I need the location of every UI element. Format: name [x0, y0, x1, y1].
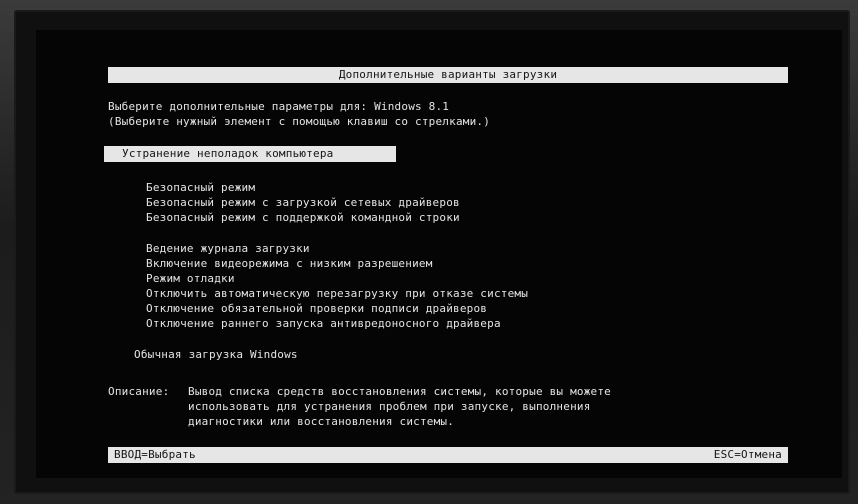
menu-item-safe-mode-networking[interactable]: Безопасный режим с загрузкой сетевых дра… — [146, 196, 460, 210]
menu-item-normal-boot[interactable]: Обычная загрузка Windows — [134, 348, 298, 362]
menu-item-boot-logging[interactable]: Ведение журнала загрузки — [146, 242, 310, 256]
title-bar: Дополнительные варианты загрузки — [108, 67, 788, 83]
menu-item-label: Устранение неполадок компьютера — [122, 147, 334, 160]
header-line-os: Выберите дополнительные параметры для: W… — [108, 100, 450, 113]
description-label: Описание: — [108, 385, 170, 398]
menu-item-debugging[interactable]: Режим отладки — [146, 272, 235, 286]
menu-item-disable-auto-restart[interactable]: Отключить автоматическую перезагрузку пр… — [146, 287, 528, 301]
footer-bar: ВВОД=Выбрать ESC=Отмена — [108, 447, 788, 463]
footer-esc-hint: ESC=Отмена — [713, 448, 782, 461]
photo-background: Дополнительные варианты загрузки Выберит… — [0, 0, 858, 504]
menu-item-troubleshoot[interactable]: Устранение неполадок компьютера — [104, 146, 396, 162]
menu-item-low-res-video[interactable]: Включение видеорежима с низким разрешени… — [146, 257, 433, 271]
boot-screen: Дополнительные варианты загрузки Выберит… — [36, 30, 842, 478]
menu-item-disable-elam[interactable]: Отключение раннего запуска антивредоносн… — [146, 317, 501, 331]
menu-item-disable-driver-signature[interactable]: Отключение обязательной проверки подписи… — [146, 302, 487, 316]
description-line-2: использовать для устранения проблем при … — [188, 400, 591, 413]
header-line-hint: (Выберите нужный элемент с помощью клави… — [108, 115, 491, 128]
menu-item-safe-mode[interactable]: Безопасный режим — [146, 181, 255, 195]
description-line-3: диагностики или восстановления системы. — [188, 415, 455, 428]
footer-enter-hint: ВВОД=Выбрать — [114, 448, 196, 461]
description-line-1: Вывод списка средств восстановления сист… — [188, 385, 611, 398]
menu-item-safe-mode-command-prompt[interactable]: Безопасный режим с поддержкой командной … — [146, 211, 460, 225]
